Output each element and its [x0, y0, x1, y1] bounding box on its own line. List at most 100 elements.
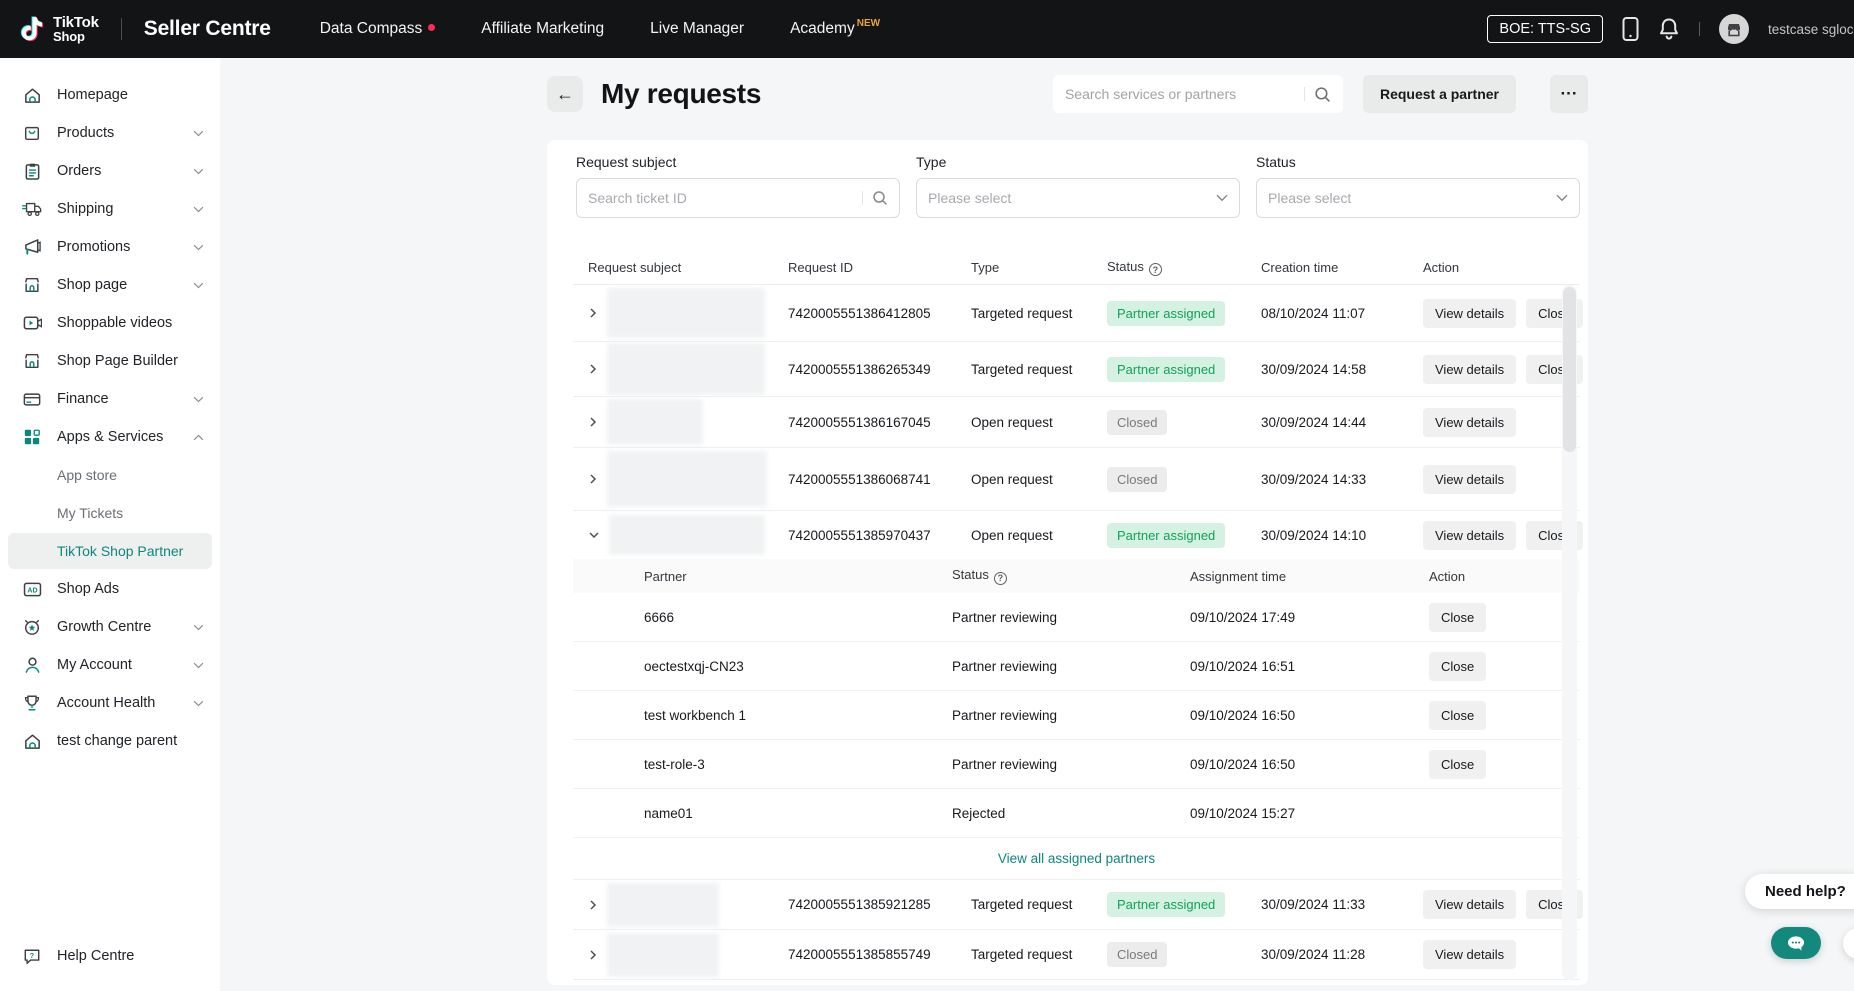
sidebar-item-test-change-parent[interactable]: test change parent [0, 722, 220, 760]
nav-live-manager[interactable]: Live Manager [627, 20, 767, 38]
sidebar-item-promotions[interactable]: Promotions [0, 228, 220, 266]
sidebar-item-orders[interactable]: Orders [0, 152, 220, 190]
expand-chevron-icon[interactable] [588, 307, 598, 319]
redacted-subject [607, 343, 765, 395]
redacted-subject [607, 451, 767, 507]
expand-chevron-icon[interactable] [588, 473, 598, 485]
expand-chevron-icon[interactable] [588, 416, 598, 428]
status-help-icon[interactable]: ? [994, 572, 1007, 585]
nav-data-compass[interactable]: Data Compass [297, 20, 459, 38]
sidebar-item-shop-page[interactable]: Shop page [0, 266, 220, 304]
sidebar-item-shoppable-videos[interactable]: Shoppable videos [0, 304, 220, 342]
seller-centre-title[interactable]: Seller Centre [144, 17, 271, 41]
chevron-down-icon [193, 662, 204, 669]
type-select[interactable]: Please select [916, 178, 1240, 218]
services-search-input[interactable] [1065, 86, 1304, 102]
more-options-button[interactable]: ··· [1550, 75, 1588, 113]
nav-affiliate-marketing[interactable]: Affiliate Marketing [458, 20, 627, 38]
sidebar-item-homepage[interactable]: Homepage [0, 76, 220, 114]
assignment-time: 09/10/2024 16:50 [1190, 757, 1429, 772]
sidebar-item-growth-centre[interactable]: Growth Centre [0, 608, 220, 646]
subtable-header: Partner Status? Assignment time Action [573, 559, 1580, 593]
view-details-button[interactable]: View details [1423, 940, 1516, 969]
partner-status: Partner reviewing [952, 708, 1190, 723]
sidebar-subitem-app-store[interactable]: App store [0, 456, 220, 494]
request-type: Targeted request [971, 362, 1107, 377]
sidebar-subitem-my-tickets[interactable]: My Tickets [0, 494, 220, 532]
chevron-down-icon [193, 130, 204, 137]
shop-ads-icon: AD [22, 579, 42, 599]
request-type: Open request [971, 472, 1107, 487]
chevron-down-icon [193, 206, 204, 213]
view-details-button[interactable]: View details [1423, 355, 1516, 384]
account-name[interactable]: testcase sgloca [1768, 22, 1854, 37]
partner-row: name01 Rejected 09/10/2024 15:27 [573, 789, 1580, 838]
request-id: 7420005551386068741 [788, 472, 971, 487]
chevron-down-icon [193, 624, 204, 631]
partner-name: test workbench 1 [644, 708, 952, 723]
close-button[interactable]: Close [1429, 750, 1486, 779]
assignment-time: 09/10/2024 17:49 [1190, 610, 1429, 625]
view-details-button[interactable]: View details [1423, 408, 1516, 437]
status-help-icon[interactable]: ? [1149, 263, 1162, 276]
scrollbar-thumb[interactable] [1563, 287, 1576, 452]
nav-academy[interactable]: AcademyNEW [767, 20, 903, 38]
sidebar-item-products[interactable]: Products [0, 114, 220, 152]
sidebar-item-help-centre[interactable]: ? Help Centre [0, 937, 220, 975]
page-header: ← My requests Request a partner ··· [547, 72, 1588, 116]
expand-chevron-icon[interactable] [588, 949, 598, 961]
partner-row: 6666 Partner reviewing 09/10/2024 17:49 … [573, 593, 1580, 642]
mobile-app-icon[interactable] [1622, 16, 1639, 42]
table-row: 7420005551385855749 Targeted request Clo… [573, 930, 1580, 980]
partner-row: test-role-3 Partner reviewing 09/10/2024… [573, 740, 1580, 789]
partner-status: Partner reviewing [952, 610, 1190, 625]
divider [862, 191, 863, 205]
notifications-bell-icon[interactable] [1658, 17, 1680, 41]
sidebar-item-my-account[interactable]: My Account [0, 646, 220, 684]
view-all-assigned-partners-link[interactable]: View all assigned partners [998, 851, 1155, 866]
view-details-button[interactable]: View details [1423, 890, 1516, 919]
collapse-chevron-icon[interactable] [588, 530, 600, 540]
status-badge: Closed [1107, 467, 1167, 492]
view-details-button[interactable]: View details [1423, 299, 1516, 328]
svg-text:?: ? [30, 951, 34, 959]
sidebar-item-shipping[interactable]: Shipping [0, 190, 220, 228]
environment-badge[interactable]: BOE: TTS-SG [1487, 15, 1603, 43]
view-details-button[interactable]: View details [1423, 465, 1516, 494]
notification-dot [428, 24, 435, 31]
apps-grid-icon [22, 427, 42, 447]
request-a-partner-button[interactable]: Request a partner [1363, 75, 1516, 113]
expand-chevron-icon[interactable] [588, 899, 598, 911]
sidebar-item-shop-page-builder[interactable]: Shop Page Builder [0, 342, 220, 380]
view-details-button[interactable]: View details [1423, 521, 1516, 550]
assignment-time: 09/10/2024 16:50 [1190, 708, 1429, 723]
sidebar-subitem-tiktok-shop-partner[interactable]: TikTok Shop Partner [8, 533, 212, 569]
creation-time: 30/09/2024 14:10 [1261, 528, 1423, 543]
account-avatar[interactable] [1719, 14, 1749, 44]
creation-time: 30/09/2024 14:33 [1261, 472, 1423, 487]
partner-row: oectestxqj-CN23 Partner reviewing 09/10/… [573, 642, 1580, 691]
status-badge: Partner assigned [1107, 301, 1225, 326]
filters-row: Request subject Type Please select S [547, 154, 1588, 218]
home-icon [22, 85, 42, 105]
status-select[interactable]: Please select [1256, 178, 1580, 218]
ticket-id-search-box[interactable] [576, 178, 900, 218]
services-search-box[interactable] [1053, 75, 1343, 113]
creation-time: 08/10/2024 11:07 [1261, 306, 1423, 321]
sidebar-item-finance[interactable]: Finance [0, 380, 220, 418]
tiktok-shop-logo[interactable]: TikTok Shop [16, 12, 99, 46]
new-badge: NEW [857, 18, 880, 29]
ticket-id-input[interactable] [588, 190, 862, 206]
back-button[interactable]: ← [547, 76, 583, 112]
close-button[interactable]: Close [1429, 652, 1486, 681]
table-scrollbar[interactable] [1562, 285, 1577, 980]
redacted-subject [607, 288, 765, 338]
sidebar-item-account-health[interactable]: Account Health [0, 684, 220, 722]
close-button[interactable]: Close [1429, 603, 1486, 632]
expand-chevron-icon[interactable] [588, 363, 598, 375]
live-chat-button[interactable] [1771, 927, 1821, 959]
close-button[interactable]: Close [1429, 701, 1486, 730]
sidebar-item-shop-ads[interactable]: AD Shop Ads [0, 570, 220, 608]
credit-card-icon [22, 389, 42, 409]
sidebar-item-apps-services[interactable]: Apps & Services [0, 418, 220, 456]
